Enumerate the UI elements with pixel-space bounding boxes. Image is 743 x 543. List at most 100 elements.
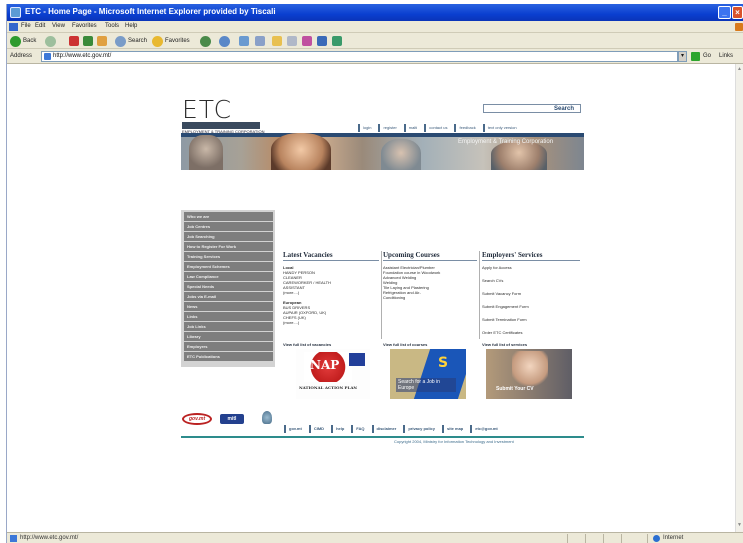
refresh-icon[interactable] bbox=[83, 36, 93, 46]
nav-etc-publications[interactable]: ETC Publications bbox=[184, 352, 273, 361]
submit-cv-banner[interactable]: Submit Your CV bbox=[486, 349, 572, 399]
link-contact-us[interactable]: contact us bbox=[424, 124, 450, 132]
menu-file[interactable]: File bbox=[21, 23, 31, 29]
links-button[interactable]: Links bbox=[719, 53, 733, 59]
address-dropdown-button[interactable]: ▾ bbox=[678, 51, 687, 62]
scroll-up-icon[interactable]: ▲ bbox=[737, 66, 743, 73]
go-icon[interactable] bbox=[691, 52, 700, 61]
footer-link-privacy[interactable]: privacy policy bbox=[403, 425, 438, 433]
search-label[interactable]: Search bbox=[128, 38, 147, 44]
favorites-icon[interactable] bbox=[152, 36, 163, 47]
messenger-icon[interactable] bbox=[302, 36, 312, 46]
mitl-logo[interactable]: mitl bbox=[220, 414, 244, 424]
home-icon[interactable] bbox=[97, 36, 107, 46]
stop-icon[interactable] bbox=[69, 36, 79, 46]
scroll-down-icon[interactable]: ▼ bbox=[737, 522, 743, 529]
etc-logo[interactable]: ETC bbox=[182, 95, 232, 124]
print-icon[interactable] bbox=[239, 36, 249, 46]
link-feedback[interactable]: feedback bbox=[454, 124, 478, 132]
footer-link-site-map[interactable]: site map bbox=[442, 425, 466, 433]
search-icon[interactable] bbox=[115, 36, 126, 47]
service-termination-form[interactable]: Submit Termination Form bbox=[482, 317, 527, 322]
nav-job-searching[interactable]: Job Searching bbox=[184, 232, 273, 241]
menu-edit[interactable]: Edit bbox=[35, 23, 45, 29]
service-apply-access[interactable]: Apply for Access bbox=[482, 265, 512, 270]
nav-who-we-are[interactable]: Who we are bbox=[184, 212, 273, 221]
mail-icon[interactable] bbox=[219, 36, 230, 47]
emblem-logo[interactable] bbox=[262, 411, 272, 424]
link-malti[interactable]: malti bbox=[403, 124, 420, 132]
favorites-label[interactable]: Favorites bbox=[165, 38, 190, 44]
service-engagement-form[interactable]: Submit Engagement Form bbox=[482, 304, 529, 309]
forward-icon[interactable] bbox=[45, 36, 56, 47]
footer-link-disclaimer[interactable]: disclaimer bbox=[371, 425, 400, 433]
eu-flag-icon bbox=[349, 353, 365, 366]
link-text-only[interactable]: text only version bbox=[482, 124, 520, 132]
footer-link-email[interactable]: etc@gov.mt bbox=[470, 425, 501, 433]
link-login[interactable]: login bbox=[358, 124, 374, 132]
nav-job-centres[interactable]: Job Centres bbox=[184, 222, 273, 231]
footer-link-faq[interactable]: FAQ bbox=[351, 425, 367, 433]
submit-cv-text: Submit Your CV bbox=[496, 386, 534, 392]
nav-job-links[interactable]: Job Links bbox=[184, 322, 273, 331]
menu-help[interactable]: Help bbox=[125, 23, 137, 29]
vertical-scrollbar[interactable]: ▲ ▼ bbox=[735, 64, 743, 532]
page-icon bbox=[44, 53, 51, 60]
nav-law-compliance[interactable]: Law Compliance bbox=[184, 272, 273, 281]
folder-icon[interactable] bbox=[272, 36, 282, 46]
nav-special-needs[interactable]: Special Needs bbox=[184, 282, 273, 291]
nav-employers[interactable]: Employers bbox=[184, 342, 273, 351]
footer-link-cimd[interactable]: CIMD bbox=[308, 425, 327, 433]
column-separator bbox=[381, 251, 382, 339]
gov-mt-logo-text: gov.mt bbox=[189, 416, 206, 422]
service-order-certificates[interactable]: Order ETC Certificates bbox=[482, 330, 522, 335]
service-vacancy-form[interactable]: Submit Vacancy Form bbox=[482, 291, 521, 296]
document-icon[interactable] bbox=[287, 36, 297, 46]
back-label[interactable]: Back bbox=[23, 38, 36, 44]
nap-banner[interactable]: NAP NATIONAL ACTION PLAN bbox=[296, 349, 370, 399]
view-all-services-link[interactable]: View full list of services bbox=[482, 342, 527, 347]
research-icon[interactable] bbox=[317, 36, 327, 46]
course-6-cont[interactable]: Conditioning bbox=[383, 295, 405, 300]
minimize-button[interactable]: _ bbox=[718, 6, 731, 19]
search-input[interactable]: Search bbox=[483, 104, 581, 113]
nav-employment-schemes[interactable]: Employment Schemes bbox=[184, 262, 273, 271]
history-icon[interactable] bbox=[200, 36, 211, 47]
address-url[interactable]: http://www.etc.gov.mt/ bbox=[53, 53, 111, 59]
service-search-cvs[interactable]: Search CVs bbox=[482, 278, 503, 283]
edit-icon[interactable] bbox=[255, 36, 265, 46]
footer-link-gov-mt[interactable]: gov.mt bbox=[284, 425, 305, 433]
toolbar-extension-icon[interactable] bbox=[332, 36, 342, 46]
nav-jobs-via-email[interactable]: Jobs via E-mail bbox=[184, 292, 273, 301]
footer-link-help[interactable]: help bbox=[331, 425, 347, 433]
courses-column: Upcoming Courses Assistant Electrician/P… bbox=[383, 251, 479, 338]
nav-library[interactable]: Library bbox=[184, 332, 273, 341]
nap-caption: NATIONAL ACTION PLAN bbox=[299, 385, 358, 390]
go-button[interactable]: Go bbox=[703, 53, 711, 59]
copyright-text: Copyright 2004, Ministry for Information… bbox=[394, 439, 514, 444]
vacancy-eu-more[interactable]: (more....) bbox=[283, 320, 299, 325]
close-button[interactable]: × bbox=[732, 6, 743, 19]
nav-training-services[interactable]: Training Services bbox=[184, 252, 273, 261]
menu-favorites[interactable]: Favorites bbox=[72, 23, 97, 29]
search-button[interactable]: Search bbox=[554, 106, 574, 112]
banner-title: Employment & Training Corporation bbox=[458, 139, 554, 145]
status-divider bbox=[621, 534, 622, 543]
vacancy-local-more[interactable]: (more....) bbox=[283, 290, 299, 295]
status-divider bbox=[603, 534, 604, 543]
back-icon[interactable] bbox=[10, 36, 21, 47]
nav-links[interactable]: Links bbox=[184, 312, 273, 321]
link-register[interactable]: register bbox=[378, 124, 399, 132]
view-all-vacancies-link[interactable]: View full list of vacancies bbox=[283, 342, 331, 347]
nav-register-for-work[interactable]: How to Register For Work bbox=[184, 242, 273, 251]
menu-tools[interactable]: Tools bbox=[105, 23, 119, 29]
title-bar: ETC - Home Page - Microsoft Internet Exp… bbox=[7, 4, 743, 21]
jobs-in-europe-banner[interactable]: S Search for a Job in Europe bbox=[390, 349, 466, 399]
nav-news[interactable]: News bbox=[184, 302, 273, 311]
header-banner: Employment & Training Corporation bbox=[181, 133, 584, 170]
view-all-courses-link[interactable]: View full list of courses bbox=[383, 342, 427, 347]
address-input[interactable]: http://www.etc.gov.mt/ bbox=[41, 51, 678, 62]
gov-mt-logo[interactable]: gov.mt bbox=[182, 413, 212, 425]
menu-view[interactable]: View bbox=[52, 23, 65, 29]
services-column: Employers' Services Apply for Access Sea… bbox=[482, 251, 582, 338]
